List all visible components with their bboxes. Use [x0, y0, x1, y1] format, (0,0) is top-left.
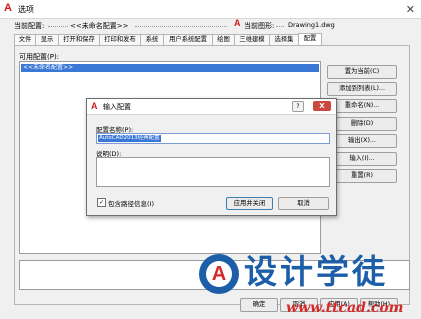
- separator: [48, 26, 68, 27]
- tab-user-preferences[interactable]: 用户系统配置: [163, 34, 213, 45]
- profile-name-value: AutoCAD2013经典配置: [98, 135, 161, 142]
- watermark-logo-letter: A: [206, 261, 232, 287]
- tab-display[interactable]: 显示: [35, 34, 59, 45]
- include-path-checkbox[interactable]: ✓: [97, 198, 106, 207]
- tab-drafting[interactable]: 绘图: [212, 34, 235, 45]
- close-icon[interactable]: X: [313, 101, 331, 111]
- title-bar: A 选项 ✕: [0, 0, 421, 19]
- current-drawing-value: Drawing1.dwg: [288, 21, 335, 29]
- close-icon[interactable]: ✕: [406, 3, 415, 16]
- dialog-title: 输入配置: [103, 103, 131, 111]
- separator: [276, 26, 284, 27]
- tab-system[interactable]: 系统: [140, 34, 164, 45]
- dialog-title-bar: A 输入配置 ? X: [87, 99, 336, 115]
- drawing-icon: A: [234, 18, 241, 28]
- import-button[interactable]: 输入(I)...: [327, 152, 397, 166]
- watermark-url: www.ttcad.com: [286, 300, 404, 316]
- reset-button[interactable]: 重置(R): [327, 169, 397, 183]
- apply-and-close-button[interactable]: 应用并关闭: [226, 197, 273, 210]
- import-profile-dialog: A 输入配置 ? X 配置名称(P): AutoCAD2013经典配置 说明(D…: [86, 98, 337, 216]
- tab-3d-modeling[interactable]: 三维建模: [234, 34, 270, 45]
- profile-name-input[interactable]: AutoCAD2013经典配置: [96, 133, 330, 144]
- delete-button[interactable]: 删除(D): [327, 117, 397, 131]
- watermark-text: 设计学徒: [244, 252, 388, 291]
- window-title: 选项: [18, 5, 34, 14]
- ok-button[interactable]: 确定: [240, 298, 278, 312]
- current-profile-label: 当前配置:: [14, 22, 45, 30]
- set-current-button[interactable]: 置为当前(C): [327, 65, 397, 79]
- rename-button[interactable]: 重命名(N)...: [327, 99, 397, 113]
- tab-files[interactable]: 文件: [14, 34, 36, 45]
- current-drawing-label: 当前图形:: [244, 22, 275, 30]
- tab-open-save[interactable]: 打开和保存: [58, 34, 100, 45]
- current-profile-value: <<未命名配置>>: [70, 22, 129, 30]
- list-item[interactable]: <<未命名配置>>: [21, 64, 319, 72]
- autocad-logo-icon: A: [91, 101, 98, 111]
- separator: [135, 26, 227, 27]
- dialog-cancel-button[interactable]: 取消: [278, 197, 329, 210]
- tab-plot-publish[interactable]: 打印和发布: [99, 34, 141, 45]
- include-path-label: 包含路径信息(I): [108, 200, 154, 208]
- export-button[interactable]: 输出(X)...: [327, 134, 397, 148]
- help-icon[interactable]: ?: [292, 101, 304, 112]
- add-to-list-button[interactable]: 添加到列表(L)...: [327, 82, 397, 96]
- tab-selection[interactable]: 选择集: [269, 34, 299, 45]
- watermark-logo: A: [199, 254, 239, 294]
- description-input[interactable]: [96, 157, 330, 187]
- autocad-logo-icon: A: [4, 2, 12, 14]
